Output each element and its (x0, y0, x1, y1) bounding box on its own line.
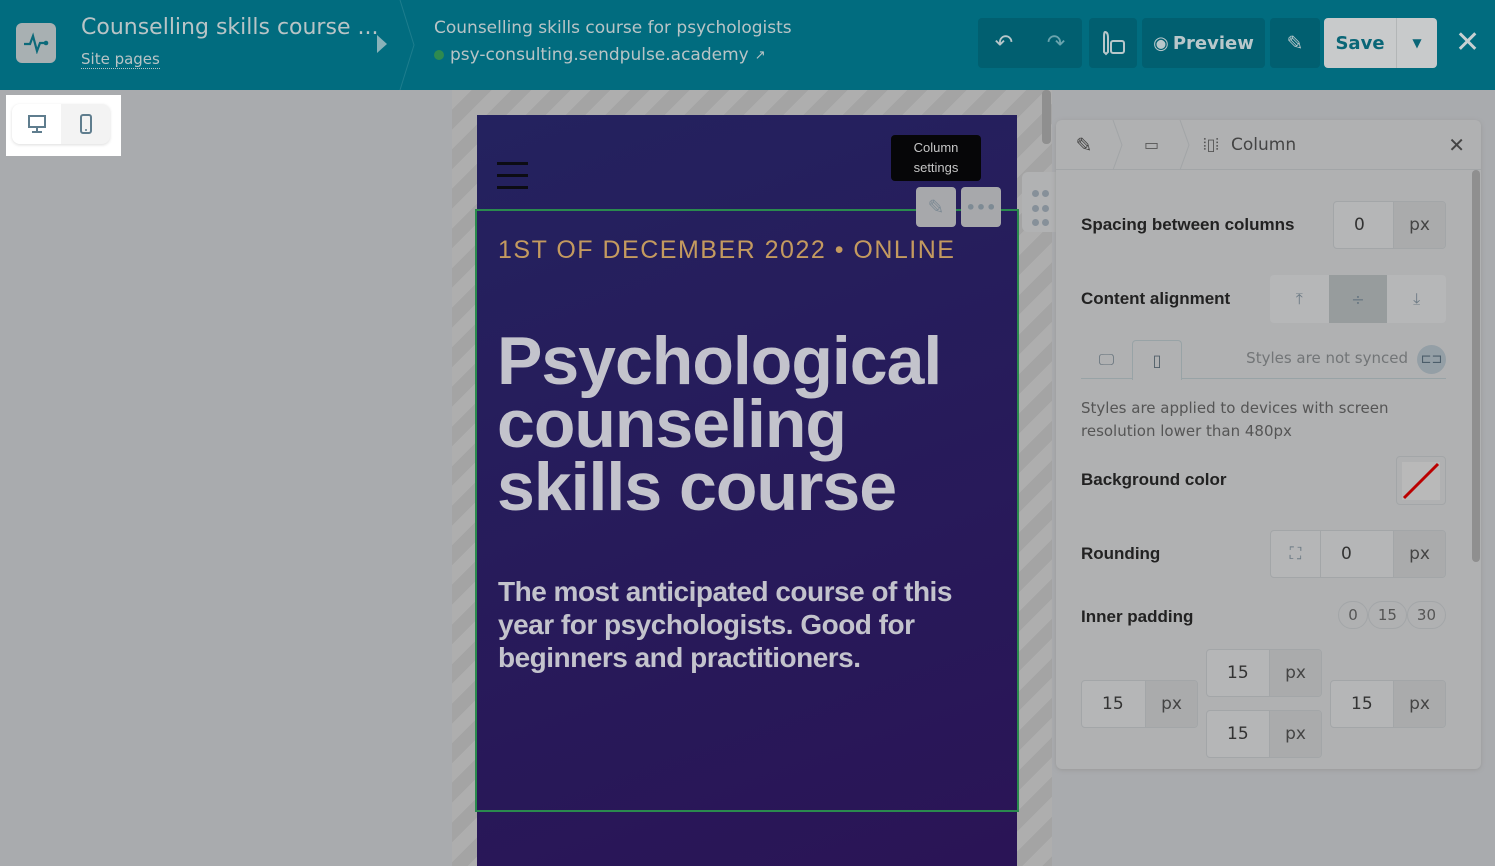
padding-preset[interactable]: 30 (1406, 601, 1446, 629)
styles-button[interactable] (1089, 18, 1137, 68)
design-tools-button[interactable]: ✎ (1270, 18, 1320, 68)
undo-icon: ↶ (994, 30, 1014, 56)
caret-right-icon (377, 35, 387, 53)
page-url-link[interactable]: psy-consulting.sendpulse.academy ↗ (434, 45, 766, 65)
pencil-ruler-icon: ✎ (1286, 31, 1304, 55)
unit-label: px (1393, 531, 1445, 577)
alignment-label: Content alignment (1081, 289, 1231, 308)
bg-color-swatch[interactable] (1396, 456, 1446, 505)
design-breadcrumb-icon[interactable]: ✎ (1056, 133, 1112, 157)
breadcrumb-current: Column (1231, 134, 1297, 155)
alignment-group: ⤒ ÷ ⤓ (1270, 275, 1446, 323)
site-pages-link[interactable]: Site pages (81, 50, 160, 69)
padding-preset[interactable]: 0 (1338, 601, 1368, 629)
external-link-icon[interactable]: ↗ (755, 48, 766, 63)
save-button-group: Save ▼ (1324, 18, 1437, 68)
preview-button[interactable]: ◉ Preview (1142, 18, 1265, 68)
padding-top-input[interactable]: 15 px (1206, 649, 1322, 697)
panel-drag-handle-icon[interactable] (1022, 172, 1058, 232)
save-options-caret-icon[interactable]: ▼ (1397, 18, 1437, 68)
site-title[interactable]: Counselling skills course ... (81, 15, 378, 40)
rounding-label: Rounding (1081, 544, 1161, 563)
brush-style-icon (1103, 30, 1125, 56)
panel-scrollbar[interactable] (1472, 170, 1480, 562)
redo-button[interactable]: ↷ (1030, 18, 1082, 68)
preview-label: Preview (1172, 32, 1254, 54)
corner-radius-icon[interactable]: ⛶ (1271, 531, 1321, 577)
padding-left-input[interactable]: 15 px (1081, 680, 1198, 728)
spacing-value[interactable]: 0 (1334, 202, 1393, 248)
unit-label: px (1269, 711, 1321, 757)
page-title: Counselling skills course for psychologi… (434, 18, 792, 38)
redo-icon: ↷ (1046, 30, 1066, 56)
column-settings-tooltip: Column settings (891, 135, 981, 181)
column-icon: ⦙▯⦙ (1203, 134, 1219, 154)
align-bottom-icon[interactable]: ⤓ (1387, 275, 1446, 323)
unit-label: px (1269, 650, 1321, 696)
breadcrumb-divider (399, 0, 415, 90)
event-date: 1ST OF DECEMBER 2022 • ONLINE (498, 236, 956, 264)
more-options-button[interactable]: ••• (961, 187, 1001, 227)
hamburger-menu-icon[interactable] (497, 162, 528, 198)
canvas-scrollbar[interactable] (1042, 90, 1051, 144)
device-note: Styles are applied to devices with scree… (1081, 399, 1389, 440)
unlink-sync-icon[interactable]: ⊏⊐ (1417, 345, 1446, 374)
align-top-icon[interactable]: ⤒ (1270, 275, 1329, 323)
hero-subtitle: The most anticipated course of this year… (498, 576, 952, 673)
top-bar: Counselling skills course ... Site pages… (0, 0, 1495, 90)
spacing-label: Spacing between columns (1081, 215, 1295, 234)
pencil-icon: ✎ (927, 195, 945, 219)
close-editor-icon[interactable]: ✕ (1455, 25, 1480, 60)
breadcrumb-divider (1112, 119, 1123, 170)
padding-presets: 0 15 30 (1338, 601, 1446, 629)
close-panel-icon[interactable]: ✕ (1448, 133, 1465, 157)
sync-status: Styles are not synced (1246, 349, 1408, 367)
align-middle-icon[interactable]: ÷ (1328, 275, 1388, 323)
mobile-icon (79, 114, 92, 134)
save-button[interactable]: Save (1324, 18, 1397, 68)
section-breadcrumb-icon[interactable]: ▭ (1124, 135, 1179, 154)
column-settings-panel: ✎ ▭ ⦙▯⦙ Column ✕ Spacing between columns… (1056, 119, 1481, 769)
unit-label: px (1145, 681, 1197, 727)
padding-right-input[interactable]: 15 px (1330, 680, 1446, 728)
padding-label: Inner padding (1081, 607, 1194, 626)
hero-headline: Psychological counseling skills course (497, 323, 942, 525)
pulse-logo-icon[interactable] (16, 23, 56, 63)
status-dot (434, 50, 444, 60)
desktop-icon (27, 115, 46, 133)
ellipsis-icon: ••• (965, 197, 997, 217)
spacing-input[interactable]: 0 px (1333, 201, 1446, 249)
unit-label: px (1393, 202, 1445, 248)
column-settings-button[interactable]: ✎ (916, 187, 956, 227)
eye-icon: ◉ (1153, 32, 1169, 54)
padding-right-value[interactable]: 15 (1331, 681, 1393, 727)
padding-preset[interactable]: 15 (1367, 601, 1407, 629)
desktop-tab-icon[interactable]: 🖵 (1081, 340, 1132, 379)
padding-left-value[interactable]: 15 (1082, 681, 1145, 727)
rounding-input[interactable]: ⛶ 0 px (1270, 530, 1446, 578)
padding-bottom-value[interactable]: 15 (1207, 711, 1269, 757)
device-tabs: 🖵 ▯ Styles are not synced ⊏⊐ (1081, 340, 1446, 380)
breadcrumb-divider (1179, 119, 1190, 170)
padding-bottom-input[interactable]: 15 px (1206, 710, 1322, 758)
padding-top-value[interactable]: 15 (1207, 650, 1269, 696)
device-switcher (6, 95, 121, 156)
mobile-view-button[interactable] (61, 104, 110, 144)
no-color-icon (1402, 462, 1440, 500)
undo-button[interactable]: ↶ (978, 18, 1030, 68)
rounding-value[interactable]: 0 (1321, 531, 1393, 577)
mobile-tab-icon[interactable]: ▯ (1132, 340, 1182, 380)
bg-color-label: Background color (1081, 470, 1227, 489)
desktop-view-button[interactable] (12, 104, 61, 144)
page-url[interactable]: psy-consulting.sendpulse.academy (450, 45, 749, 65)
unit-label: px (1393, 681, 1445, 727)
